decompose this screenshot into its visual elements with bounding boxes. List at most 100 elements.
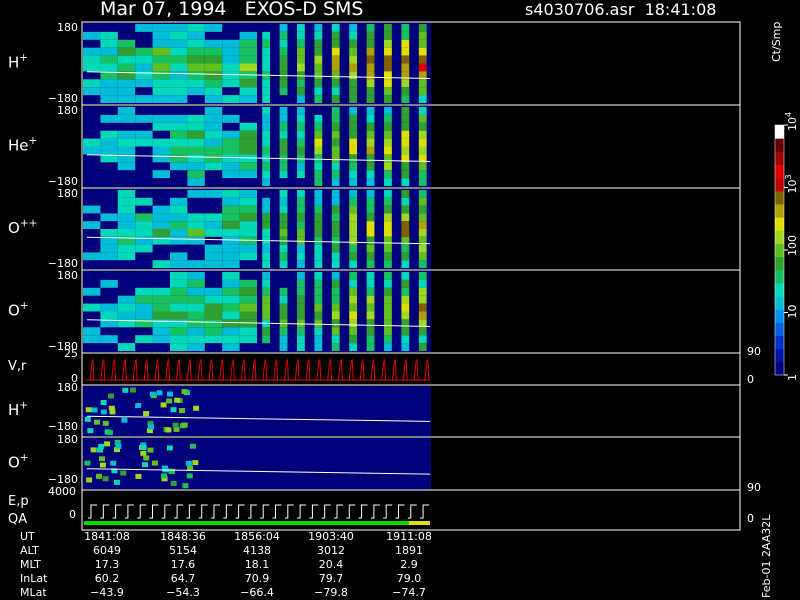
spectrogram-cell [239,190,257,198]
ephemeris-cell: 1903:40 [308,530,354,543]
spectrogram-cell [100,63,118,72]
spectrogram-cell [418,24,427,32]
spectrogram-cell [117,343,136,351]
spectrogram-cell [418,55,427,64]
spectrogram-cell [222,71,240,80]
spectrogram-cell [401,303,410,312]
spectrogram-cell [314,236,323,245]
spectrogram-cell [170,221,188,229]
ephemeris-row-label: InLat [20,572,48,585]
spectrogram-cell [401,47,410,56]
spectrogram-cell [279,229,288,237]
spectrogram-cell [401,114,410,123]
spectrogram-cell [262,229,271,237]
spectrogram-cell [222,95,240,103]
spectrogram-cell [384,63,392,72]
spectrogram-cell [314,146,323,155]
spectrogram-cell [401,252,410,261]
spectrogram-cell [349,79,358,88]
spectrogram-cell [314,343,323,351]
spectrogram-cell [418,39,427,48]
ephemeris-cell: 18.1 [244,558,270,571]
spectrogram-cell [384,287,392,296]
ephemeris-cell: 1911:08 [386,530,432,543]
spectrogram-cell [187,122,205,131]
spectrogram-cell [384,213,392,222]
spectrogram-cell [170,146,188,155]
colorbar-segment [775,164,784,179]
spectrogram-cell [152,287,170,296]
spectrogram-cell [222,221,240,229]
spectrogram-cell [349,197,358,206]
spectrogram-cell [366,79,375,88]
spectrogram-cell [187,221,205,229]
spectrogram-cell [384,244,392,253]
spectrogram-cell [135,303,153,312]
spectrogram-cell [297,279,305,288]
vr-right-top: 90 [747,345,761,358]
spectrogram-cell [279,162,288,171]
spectrogram-cell [279,197,288,206]
low-panel-cell [109,409,116,415]
colorbar-tick-label: 1 [786,374,799,381]
spectrogram-cell [366,327,375,336]
spectrogram-cell [331,31,340,40]
spectrogram-cell [152,31,170,40]
spectrogram-cell [222,197,240,206]
spectrogram-cell [170,260,188,268]
spectrogram-cell [314,335,323,344]
spectrogram-cell [279,335,288,344]
ephemeris-cell: 20.4 [318,558,344,571]
spectrogram-cell [262,138,271,147]
spectrogram-cell [401,178,410,186]
spectrogram-cell [170,114,188,123]
spectrogram-cell [418,31,427,40]
spectrogram-cell [152,236,170,245]
spectrogram-cell [187,295,205,304]
spectrogram-cell [170,71,188,80]
spectrogram-cell [314,252,323,261]
spectrogram-cell [366,63,375,72]
spectrogram-cell [187,39,205,48]
spectrogram-cell [135,55,153,64]
spectrogram-cell [366,122,375,131]
footer-id-label: Feb-01 2AA32L [760,514,773,598]
spectrogram-cell [117,95,136,103]
spectrogram-cell [366,319,375,328]
spectrogram-cell [366,190,375,198]
spectrogram-cell [152,295,170,304]
spectrogram-cell [366,138,375,147]
spectrogram-cell [204,303,223,312]
ephemeris-cell: −43.9 [90,586,124,599]
spectrogram-cell [401,229,410,237]
spectrogram-cell [222,252,240,261]
spectrogram-cell [152,47,170,56]
spectrogram-cell [152,55,170,64]
spectrogram-cell [314,197,323,206]
spectrogram-cell [135,229,153,237]
spectrogram-cell [135,295,153,304]
spectrogram-cell [135,114,153,123]
spectrogram-cell [279,47,288,56]
low-panel-cell [120,470,127,476]
spectrogram-cell [100,335,118,344]
low-panel-cell [85,407,92,413]
spectrogram-cell [152,146,170,155]
low-panel-cell [86,477,93,483]
spectrogram-cell [366,272,375,280]
spectrogram-cell [152,114,170,123]
low-panel-cell [100,409,107,415]
spectrogram-cell [204,252,223,261]
spectrogram-cell [331,122,340,131]
spectrogram-cell [170,130,188,139]
spectrogram-cell [401,170,410,179]
low-panel-cell [102,476,109,482]
spectrogram-cell [239,95,257,103]
spectrogram-cell [204,327,223,336]
spectrogram-cell [222,205,240,214]
spectrogram-cell [83,146,101,155]
spectrogram-cell [262,95,271,103]
spectrogram-cell [279,87,288,96]
spectrogram-cell [418,107,427,115]
spectrogram-cell [349,343,358,351]
